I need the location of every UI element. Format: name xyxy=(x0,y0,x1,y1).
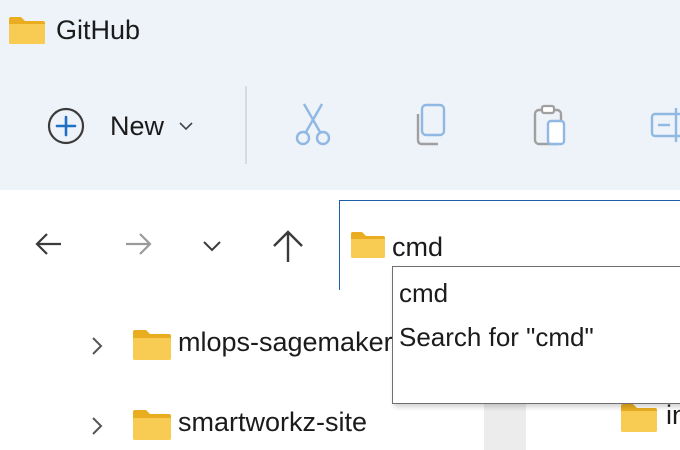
search-suggestion[interactable]: Search for "cmd" xyxy=(393,315,680,359)
tree-item-label: smartworkz-site xyxy=(178,407,368,437)
autocomplete-dropdown: cmd Search for "cmd" xyxy=(392,266,680,404)
arrow-left-icon[interactable] xyxy=(31,226,67,262)
tree-item-label: mlops-sagemaker xyxy=(178,327,393,357)
chevron-right-icon[interactable] xyxy=(88,335,106,357)
folder-icon xyxy=(133,330,171,360)
tree-scrollbar[interactable] xyxy=(484,400,526,450)
title-bar: GitHub xyxy=(8,10,140,50)
autocomplete-item[interactable]: cmd xyxy=(393,271,680,315)
chevron-right-icon[interactable] xyxy=(88,415,106,437)
folder-icon xyxy=(9,17,45,44)
copy-icon[interactable] xyxy=(408,102,454,148)
plus-circle-icon xyxy=(47,107,85,145)
command-separator xyxy=(245,86,247,164)
rename-icon[interactable] xyxy=(648,102,680,148)
command-bar: New xyxy=(0,80,680,170)
folder-icon xyxy=(133,410,171,440)
tree-item[interactable]: smartworkz-site xyxy=(0,401,520,450)
arrow-right-icon[interactable] xyxy=(120,226,156,262)
folder-icon xyxy=(621,404,657,432)
chevron-down-icon xyxy=(179,122,193,131)
folder-icon xyxy=(351,232,385,258)
arrow-up-icon[interactable] xyxy=(270,228,306,264)
clipboard-icon[interactable] xyxy=(528,102,574,148)
new-button[interactable]: New xyxy=(46,98,216,154)
file-explorer-window: GitHub New cmd mlops-sagemaker smartwork… xyxy=(0,0,680,450)
header-chrome: GitHub New xyxy=(0,0,680,190)
content-item-label[interactable]: in xyxy=(666,400,680,431)
chevron-down-icon[interactable] xyxy=(194,228,230,264)
scissors-icon[interactable] xyxy=(290,102,336,148)
address-input[interactable] xyxy=(392,229,672,265)
window-title: GitHub xyxy=(56,14,141,45)
new-button-label: New xyxy=(110,110,165,141)
